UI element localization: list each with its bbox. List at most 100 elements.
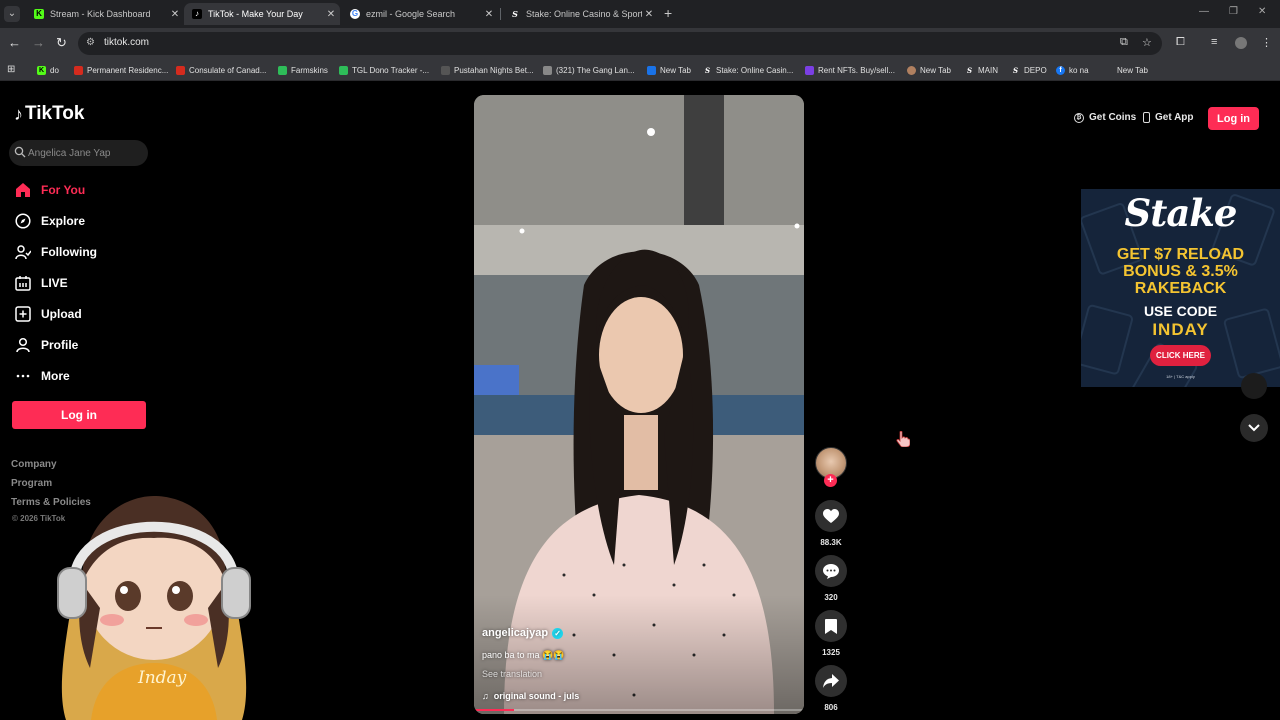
address-bar[interactable]: ⚙ tiktok.com ⧉ ☆ [78, 32, 1162, 55]
ad-use-code: USE CODE [1143, 303, 1218, 319]
next-video-button[interactable] [1240, 414, 1268, 442]
get-app-button[interactable]: Get App [1143, 112, 1194, 123]
see-translation-link[interactable]: See translation [482, 669, 542, 679]
bookmark-label: Rent NFTs. Buy/sell... [818, 65, 895, 75]
bookmark-item[interactable]: Pustahan Nights Bet... [441, 63, 534, 77]
bookmark-item[interactable]: S DEPO [1011, 63, 1047, 77]
stake-icon: S [1012, 65, 1019, 75]
hand-cursor-icon [896, 431, 910, 447]
sidebar-login-button[interactable]: Log in [12, 401, 146, 429]
get-coins-button[interactable]: ₿ Get Coins [1074, 112, 1136, 123]
close-tab-icon[interactable]: ✕ [642, 9, 656, 20]
comment-button[interactable] [815, 555, 847, 587]
bookmark-item[interactable]: S MAIN [965, 63, 998, 77]
bookmark-item[interactable]: New Tab [647, 63, 691, 77]
profile-avatar-icon[interactable] [1235, 37, 1247, 49]
close-window-icon[interactable]: ✕ [1258, 6, 1266, 17]
comment-icon [823, 563, 839, 579]
sidebar-item-label: Explore [41, 214, 86, 228]
sidebar-item-more[interactable]: More [14, 365, 70, 387]
media-control-icon[interactable]: ≡ [1211, 36, 1217, 48]
stake-ad-banner[interactable]: Stake GET $7 RELOAD BONUS & 3.5% RAKEBAC… [1081, 189, 1280, 387]
new-tab-icon [1104, 66, 1113, 75]
maple-leaf-icon [74, 65, 83, 75]
bookmark-item[interactable]: Farmskins [278, 63, 328, 77]
close-tab-icon[interactable]: ✕ [482, 9, 496, 20]
header-login-button[interactable]: Log in [1208, 107, 1259, 130]
sidebar-item-for-you[interactable]: For You [14, 179, 85, 201]
footer-link-company[interactable]: Company [11, 459, 57, 470]
follow-plus-icon[interactable]: + [824, 474, 837, 487]
extensions-icon[interactable]: ⧠ [1176, 36, 1185, 49]
previous-video-button[interactable] [1241, 373, 1267, 399]
bookmark-item[interactable]: Permanent Residenc... [74, 63, 168, 77]
site-info-icon[interactable]: ⚙ [86, 37, 95, 48]
video-player[interactable]: angelicajyap ✓ pano ba to ma 😭😭 See tran… [474, 95, 804, 714]
profile-icon [14, 336, 32, 354]
stake-favicon-icon: S [512, 9, 518, 19]
ad-line-1: GET $7 RELOAD [1116, 246, 1245, 263]
bookmark-item[interactable]: New Tab [907, 63, 951, 77]
tab-google-search[interactable]: G ezmil - Google Search ✕ [342, 3, 498, 25]
tiktok-logo[interactable]: ♪ TikTok [14, 103, 84, 125]
tab-stake[interactable]: S Stake: Online Casino & Sports B ✕ [502, 3, 658, 25]
install-app-icon[interactable]: ⧉ [1120, 36, 1128, 49]
sidebar-item-following[interactable]: Following [14, 241, 97, 263]
video-author[interactable]: angelicajyap ✓ [482, 627, 564, 639]
get-coins-label: Get Coins [1089, 112, 1137, 123]
sidebar-item-live[interactable]: LIVE [14, 272, 68, 294]
search-input[interactable] [28, 140, 143, 166]
sidebar-item-profile[interactable]: Profile [14, 334, 78, 356]
apps-grid-icon[interactable]: ⊞ [7, 64, 15, 75]
tab-tiktok[interactable]: ♪ TikTok - Make Your Day ✕ [184, 3, 340, 25]
bookmark-item[interactable]: (321) The Gang Lan... [543, 63, 635, 77]
browser-toolbar: ← → ↻ ⚙ tiktok.com ⧉ ☆ ⧠ ≡ ⋮ [0, 28, 1280, 59]
tab-search-button[interactable]: ⌄ [4, 6, 20, 22]
tab-kick-dashboard[interactable]: K Stream - Kick Dashboard ✕ [26, 3, 184, 25]
bookmark-label: New Tab [920, 65, 951, 75]
bookmark-label: Permanent Residenc... [87, 65, 169, 75]
bookmark-count: 1325 [822, 648, 840, 657]
bookmark-label: ko na [1069, 65, 1089, 75]
bookmark-button[interactable] [815, 610, 847, 642]
bookmark-item[interactable]: Kdo [37, 63, 59, 77]
music-note-icon: ♫ [482, 691, 489, 701]
author-username[interactable]: angelicajyap [482, 627, 548, 639]
sidebar-item-explore[interactable]: Explore [14, 210, 85, 232]
share-arrow-icon [823, 674, 839, 688]
bookmark-item[interactable]: S Stake: Online Casin... [703, 63, 793, 77]
forward-icon[interactable]: → [32, 35, 45, 50]
minimize-icon[interactable]: — [1199, 6, 1209, 17]
bookmark-item[interactable]: Consulate of Canad... [176, 63, 266, 77]
bookmark-item[interactable]: f ko na [1056, 63, 1089, 77]
url-text[interactable]: tiktok.com [104, 37, 149, 48]
video-caption: pano ba to ma 😭😭 [482, 650, 565, 660]
video-progress-bar[interactable] [474, 709, 804, 711]
share-button[interactable] [815, 665, 847, 697]
compass-icon [14, 212, 32, 230]
home-icon [14, 181, 32, 199]
nft-icon [805, 65, 814, 75]
like-button[interactable] [815, 500, 847, 532]
close-tab-icon[interactable]: ✕ [324, 9, 338, 20]
bookmark-item[interactable]: New Tab [1104, 63, 1148, 77]
menu-kebab-icon[interactable]: ⋮ [1261, 36, 1272, 49]
search-box[interactable] [9, 140, 148, 166]
ad-click-here-button[interactable]: CLICK HERE [1150, 345, 1211, 366]
bookmark-item[interactable]: Rent NFTs. Buy/sell... [805, 63, 895, 77]
ad-promo-code: INDAY [1152, 320, 1209, 339]
close-tab-icon[interactable]: ✕ [168, 9, 182, 20]
reload-icon[interactable]: ↻ [56, 35, 67, 51]
youtube-icon [543, 65, 552, 75]
tab-separator [500, 8, 501, 20]
share-count: 806 [824, 703, 838, 712]
bookmark-label: (321) The Gang Lan... [556, 65, 635, 75]
sidebar-item-upload[interactable]: Upload [14, 303, 82, 325]
restore-icon[interactable]: ❐ [1229, 6, 1238, 17]
back-icon[interactable]: ← [8, 35, 21, 50]
bookmark-item[interactable]: TGL Dono Tracker -... [339, 63, 429, 77]
new-tab-button[interactable]: + [664, 5, 672, 21]
video-sound[interactable]: ♫ original sound - juls [482, 691, 579, 701]
ad-brand-logo: Stake [1124, 191, 1238, 235]
bookmark-star-icon[interactable]: ☆ [1142, 36, 1152, 49]
